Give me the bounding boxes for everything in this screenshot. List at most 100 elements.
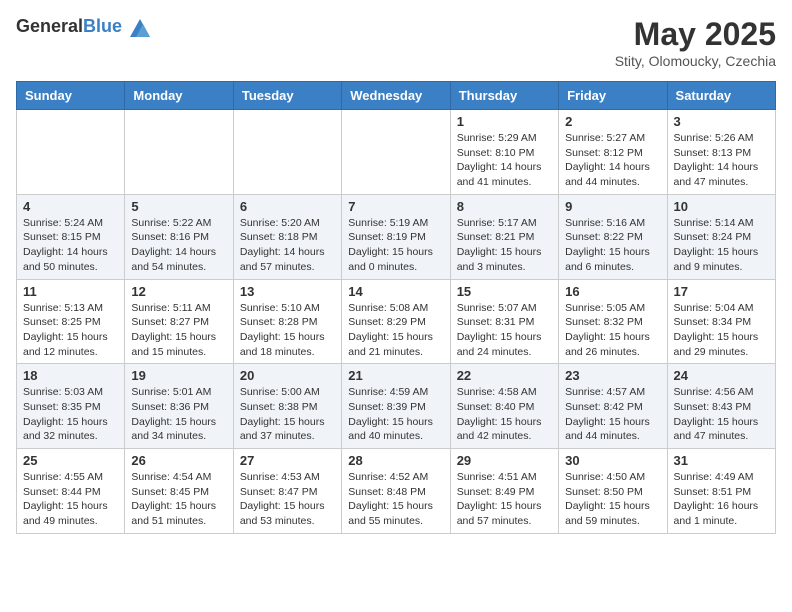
day-info: Sunrise: 4:55 AM Sunset: 8:44 PM Dayligh… — [23, 470, 118, 529]
day-number: 28 — [348, 453, 443, 468]
calendar-cell: 25 Sunrise: 4:55 AM Sunset: 8:44 PM Dayli… — [17, 449, 125, 534]
day-info: Sunrise: 4:58 AM Sunset: 8:40 PM Dayligh… — [457, 385, 552, 444]
calendar-cell: 27 Sunrise: 4:53 AM Sunset: 8:47 PM Dayli… — [233, 449, 341, 534]
day-info: Sunrise: 5:16 AM Sunset: 8:22 PM Dayligh… — [565, 216, 660, 275]
day-info: Sunrise: 4:50 AM Sunset: 8:50 PM Dayligh… — [565, 470, 660, 529]
day-number: 20 — [240, 368, 335, 383]
calendar-cell: 18 Sunrise: 5:03 AM Sunset: 8:35 PM Dayli… — [17, 364, 125, 449]
day-number: 29 — [457, 453, 552, 468]
day-of-week-header: Sunday — [17, 82, 125, 110]
day-number: 21 — [348, 368, 443, 383]
day-number: 13 — [240, 284, 335, 299]
day-number: 30 — [565, 453, 660, 468]
day-info: Sunrise: 5:08 AM Sunset: 8:29 PM Dayligh… — [348, 301, 443, 360]
calendar-cell: 6 Sunrise: 5:20 AM Sunset: 8:18 PM Daylig… — [233, 194, 341, 279]
calendar-week-row: 4 Sunrise: 5:24 AM Sunset: 8:15 PM Daylig… — [17, 194, 776, 279]
day-info: Sunrise: 5:04 AM Sunset: 8:34 PM Dayligh… — [674, 301, 769, 360]
day-info: Sunrise: 4:52 AM Sunset: 8:48 PM Dayligh… — [348, 470, 443, 529]
calendar-cell: 30 Sunrise: 4:50 AM Sunset: 8:50 PM Dayli… — [559, 449, 667, 534]
day-info: Sunrise: 5:26 AM Sunset: 8:13 PM Dayligh… — [674, 131, 769, 190]
calendar-cell: 13 Sunrise: 5:10 AM Sunset: 8:28 PM Dayli… — [233, 279, 341, 364]
calendar-header-row: SundayMondayTuesdayWednesdayThursdayFrid… — [17, 82, 776, 110]
day-number: 27 — [240, 453, 335, 468]
day-info: Sunrise: 5:24 AM Sunset: 8:15 PM Dayligh… — [23, 216, 118, 275]
calendar-cell — [17, 110, 125, 195]
calendar-cell: 24Sunrise: 4:56 AM Sunset: 8:43 PM Dayli… — [667, 364, 775, 449]
calendar-cell — [233, 110, 341, 195]
calendar-cell: 12 Sunrise: 5:11 AM Sunset: 8:27 PM Dayli… — [125, 279, 233, 364]
calendar-cell: 15Sunrise: 5:07 AM Sunset: 8:31 PM Dayli… — [450, 279, 558, 364]
location-subtitle: Stity, Olomoucky, Czechia — [615, 53, 776, 69]
calendar-cell — [342, 110, 450, 195]
day-info: Sunrise: 4:54 AM Sunset: 8:45 PM Dayligh… — [131, 470, 226, 529]
day-number: 25 — [23, 453, 118, 468]
calendar-cell: 19 Sunrise: 5:01 AM Sunset: 8:36 PM Dayli… — [125, 364, 233, 449]
day-of-week-header: Friday — [559, 82, 667, 110]
page-header: GeneralBlue May 2025 Stity, Olomoucky, C… — [16, 16, 776, 69]
day-number: 31 — [674, 453, 769, 468]
month-title: May 2025 — [615, 16, 776, 53]
calendar-cell: 7Sunrise: 5:19 AM Sunset: 8:19 PM Daylig… — [342, 194, 450, 279]
day-info: Sunrise: 5:22 AM Sunset: 8:16 PM Dayligh… — [131, 216, 226, 275]
calendar-week-row: 1 Sunrise: 5:29 AM Sunset: 8:10 PM Daylig… — [17, 110, 776, 195]
calendar-cell: 4 Sunrise: 5:24 AM Sunset: 8:15 PM Daylig… — [17, 194, 125, 279]
day-number: 3 — [674, 114, 769, 129]
logo-general: General — [16, 16, 83, 36]
logo-blue: Blue — [83, 16, 122, 36]
day-info: Sunrise: 5:19 AM Sunset: 8:19 PM Dayligh… — [348, 216, 443, 275]
calendar-cell: 11 Sunrise: 5:13 AM Sunset: 8:25 PM Dayli… — [17, 279, 125, 364]
day-number: 16 — [565, 284, 660, 299]
calendar-cell: 26Sunrise: 4:54 AM Sunset: 8:45 PM Dayli… — [125, 449, 233, 534]
day-info: Sunrise: 4:51 AM Sunset: 8:49 PM Dayligh… — [457, 470, 552, 529]
calendar-cell: 5Sunrise: 5:22 AM Sunset: 8:16 PM Daylig… — [125, 194, 233, 279]
day-number: 1 — [457, 114, 552, 129]
day-number: 11 — [23, 284, 118, 299]
day-number: 19 — [131, 368, 226, 383]
day-info: Sunrise: 5:01 AM Sunset: 8:36 PM Dayligh… — [131, 385, 226, 444]
calendar-cell: 31 Sunrise: 4:49 AM Sunset: 8:51 PM Dayli… — [667, 449, 775, 534]
day-of-week-header: Thursday — [450, 82, 558, 110]
calendar-cell: 21Sunrise: 4:59 AM Sunset: 8:39 PM Dayli… — [342, 364, 450, 449]
calendar-week-row: 25 Sunrise: 4:55 AM Sunset: 8:44 PM Dayli… — [17, 449, 776, 534]
day-info: Sunrise: 5:13 AM Sunset: 8:25 PM Dayligh… — [23, 301, 118, 360]
day-info: Sunrise: 5:11 AM Sunset: 8:27 PM Dayligh… — [131, 301, 226, 360]
calendar-cell: 10 Sunrise: 5:14 AM Sunset: 8:24 PM Dayli… — [667, 194, 775, 279]
day-info: Sunrise: 4:57 AM Sunset: 8:42 PM Dayligh… — [565, 385, 660, 444]
calendar-cell: 9 Sunrise: 5:16 AM Sunset: 8:22 PM Daylig… — [559, 194, 667, 279]
calendar-cell: 2Sunrise: 5:27 AM Sunset: 8:12 PM Daylig… — [559, 110, 667, 195]
calendar-cell: 3 Sunrise: 5:26 AM Sunset: 8:13 PM Daylig… — [667, 110, 775, 195]
day-info: Sunrise: 5:10 AM Sunset: 8:28 PM Dayligh… — [240, 301, 335, 360]
day-info: Sunrise: 5:27 AM Sunset: 8:12 PM Dayligh… — [565, 131, 660, 190]
calendar-cell: 14Sunrise: 5:08 AM Sunset: 8:29 PM Dayli… — [342, 279, 450, 364]
day-number: 12 — [131, 284, 226, 299]
day-number: 17 — [674, 284, 769, 299]
logo: GeneralBlue — [16, 16, 150, 37]
day-info: Sunrise: 4:56 AM Sunset: 8:43 PM Dayligh… — [674, 385, 769, 444]
calendar-cell: 17 Sunrise: 5:04 AM Sunset: 8:34 PM Dayli… — [667, 279, 775, 364]
calendar-cell: 16 Sunrise: 5:05 AM Sunset: 8:32 PM Dayli… — [559, 279, 667, 364]
day-number: 6 — [240, 199, 335, 214]
calendar-cell: 29 Sunrise: 4:51 AM Sunset: 8:49 PM Dayli… — [450, 449, 558, 534]
day-info: Sunrise: 4:49 AM Sunset: 8:51 PM Dayligh… — [674, 470, 769, 529]
day-number: 4 — [23, 199, 118, 214]
day-number: 9 — [565, 199, 660, 214]
day-info: Sunrise: 5:14 AM Sunset: 8:24 PM Dayligh… — [674, 216, 769, 275]
day-number: 23 — [565, 368, 660, 383]
day-number: 8 — [457, 199, 552, 214]
logo-icon — [130, 19, 150, 37]
calendar-cell: 1 Sunrise: 5:29 AM Sunset: 8:10 PM Daylig… — [450, 110, 558, 195]
day-info: Sunrise: 5:29 AM Sunset: 8:10 PM Dayligh… — [457, 131, 552, 190]
calendar-cell: 20Sunrise: 5:00 AM Sunset: 8:38 PM Dayli… — [233, 364, 341, 449]
day-number: 18 — [23, 368, 118, 383]
day-info: Sunrise: 4:53 AM Sunset: 8:47 PM Dayligh… — [240, 470, 335, 529]
day-info: Sunrise: 5:07 AM Sunset: 8:31 PM Dayligh… — [457, 301, 552, 360]
title-section: May 2025 Stity, Olomoucky, Czechia — [615, 16, 776, 69]
calendar-cell: 28 Sunrise: 4:52 AM Sunset: 8:48 PM Dayli… — [342, 449, 450, 534]
day-info: Sunrise: 5:05 AM Sunset: 8:32 PM Dayligh… — [565, 301, 660, 360]
calendar-cell: 22Sunrise: 4:58 AM Sunset: 8:40 PM Dayli… — [450, 364, 558, 449]
calendar-week-row: 18 Sunrise: 5:03 AM Sunset: 8:35 PM Dayli… — [17, 364, 776, 449]
day-info: Sunrise: 5:03 AM Sunset: 8:35 PM Dayligh… — [23, 385, 118, 444]
day-info: Sunrise: 5:20 AM Sunset: 8:18 PM Dayligh… — [240, 216, 335, 275]
day-number: 10 — [674, 199, 769, 214]
calendar-cell: 8Sunrise: 5:17 AM Sunset: 8:21 PM Daylig… — [450, 194, 558, 279]
